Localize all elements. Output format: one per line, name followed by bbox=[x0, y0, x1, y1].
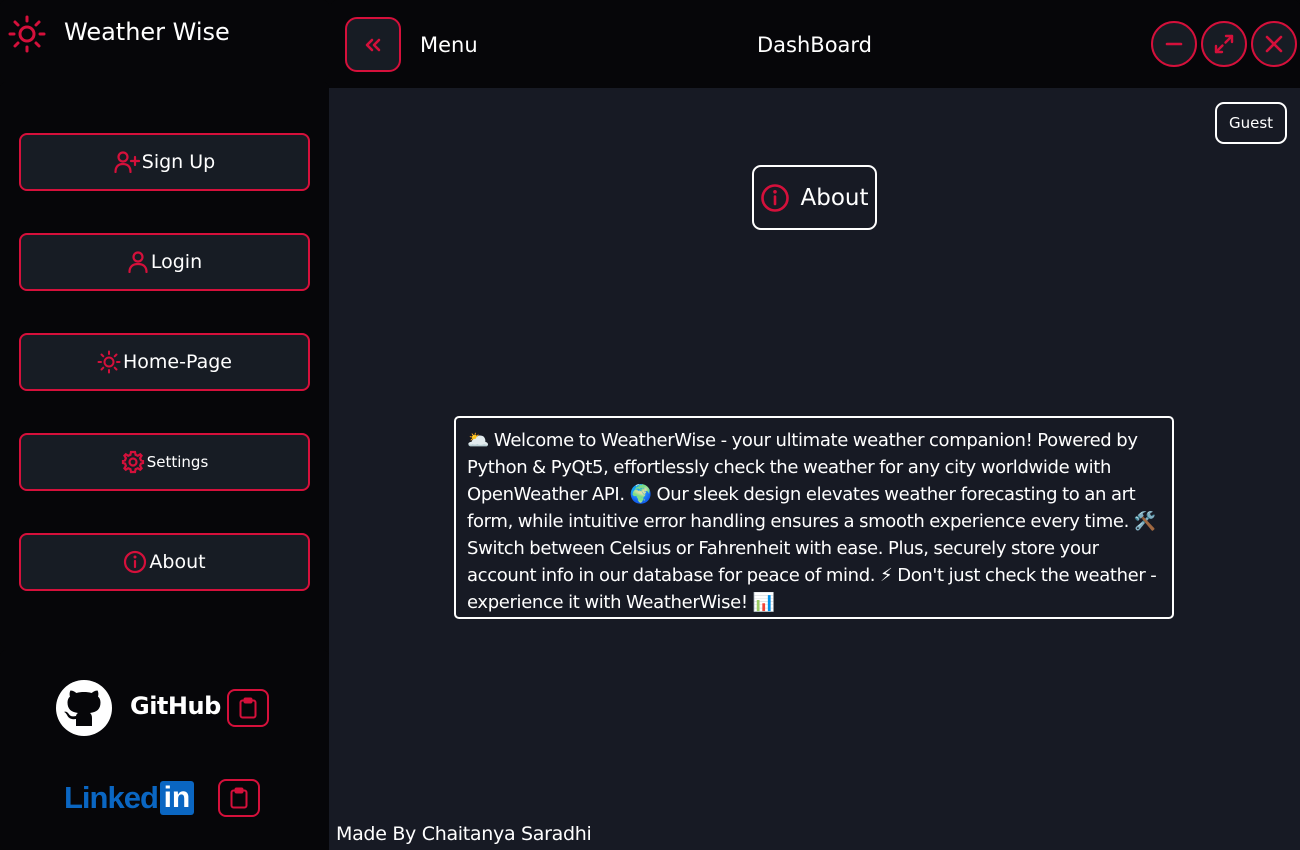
github-label: GitHub bbox=[130, 692, 221, 720]
sign-up-label: Sign Up bbox=[141, 151, 216, 173]
info-icon bbox=[124, 550, 147, 574]
menu-label: Menu bbox=[420, 33, 478, 57]
brand-header: Weather Wise bbox=[0, 0, 329, 80]
footer-credit: Made By Chaitanya Saradhi bbox=[336, 823, 592, 845]
settings-button[interactable]: Settings bbox=[19, 433, 310, 491]
login-label: Login bbox=[150, 251, 203, 273]
social-panel bbox=[0, 650, 329, 850]
info-icon bbox=[761, 183, 790, 212]
linkedin-text: Linked bbox=[64, 780, 159, 815]
about-heading: About bbox=[752, 165, 877, 230]
github-icon[interactable] bbox=[56, 680, 112, 736]
about-description: 🌥️ Welcome to WeatherWise - your ultimat… bbox=[454, 416, 1174, 619]
clipboard-icon bbox=[230, 787, 248, 809]
gear-icon bbox=[121, 450, 144, 474]
clipboard-icon bbox=[239, 697, 257, 719]
about-button[interactable]: About bbox=[19, 533, 310, 591]
page-title: DashBoard bbox=[757, 33, 873, 57]
settings-label: Settings bbox=[146, 453, 209, 471]
sun-icon bbox=[97, 350, 121, 374]
close-button[interactable] bbox=[1251, 21, 1297, 67]
app-window: Weather Wise Sign Up Login Home-Page Set… bbox=[0, 0, 1300, 850]
copy-linkedin-button[interactable] bbox=[218, 779, 260, 817]
copy-github-button[interactable] bbox=[227, 689, 269, 727]
home-page-button[interactable]: Home-Page bbox=[19, 333, 310, 391]
about-label: About bbox=[149, 551, 206, 573]
login-button[interactable]: Login bbox=[19, 233, 310, 291]
sign-up-button[interactable]: Sign Up bbox=[19, 133, 310, 191]
linkedin-logo[interactable]: Linked in bbox=[64, 780, 194, 816]
home-page-label: Home-Page bbox=[123, 351, 232, 373]
user-plus-icon bbox=[114, 151, 140, 173]
linkedin-icon: in bbox=[159, 781, 194, 815]
about-heading-label: About bbox=[800, 184, 869, 211]
user-icon bbox=[128, 251, 148, 273]
close-icon bbox=[1265, 35, 1283, 53]
app-title: Weather Wise bbox=[64, 18, 230, 46]
minimize-button[interactable] bbox=[1151, 21, 1197, 67]
double-chevron-left-icon bbox=[365, 38, 381, 51]
expand-icon bbox=[1214, 34, 1234, 54]
maximize-button[interactable] bbox=[1201, 21, 1247, 67]
minimize-icon bbox=[1165, 42, 1183, 46]
sun-logo-icon bbox=[8, 15, 46, 53]
user-badge[interactable]: Guest bbox=[1215, 102, 1287, 144]
collapse-menu-button[interactable] bbox=[345, 17, 401, 72]
